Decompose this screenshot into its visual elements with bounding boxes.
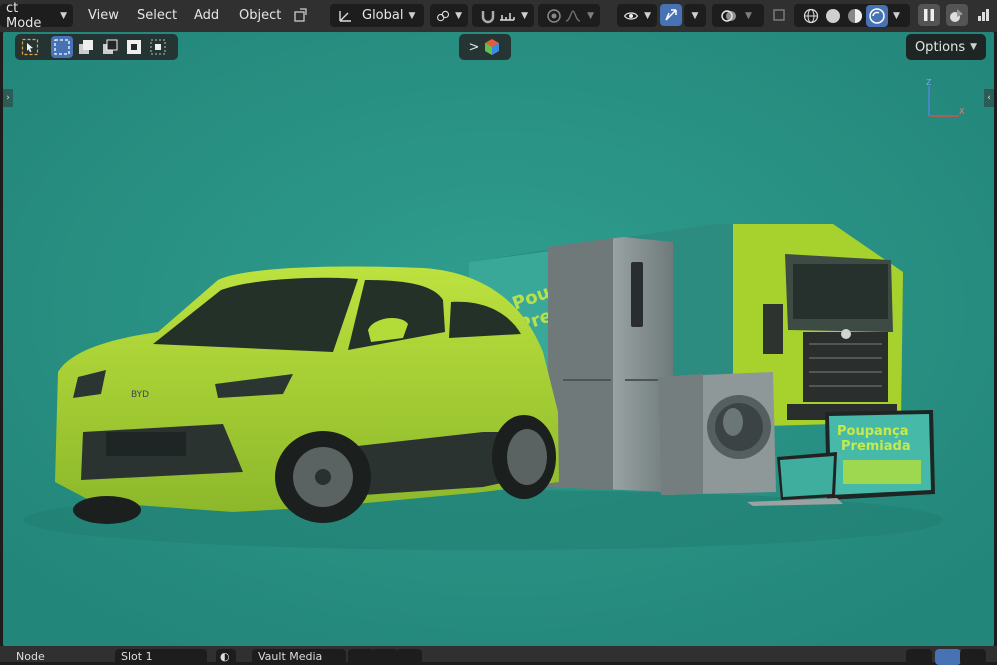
chevron-down-icon: ▼ (970, 42, 978, 52)
rendered-shading-icon[interactable] (866, 4, 888, 27)
snap-magnet-icon[interactable] (478, 5, 497, 27)
snap-increment-icon[interactable] (497, 5, 516, 27)
solid-shading-icon[interactable] (822, 5, 844, 27)
proportional-edit-icon[interactable] (544, 5, 563, 27)
axis-x-label: X (959, 107, 965, 116)
chevron-right-icon: > (468, 39, 480, 55)
refrigerator (548, 237, 673, 492)
select-subtract-icon[interactable] (99, 36, 121, 58)
menu-view[interactable]: View (80, 4, 127, 27)
select-new-icon[interactable] (51, 36, 73, 58)
menu-add[interactable]: Add (186, 4, 227, 27)
options-dropdown[interactable]: Options ▼ (906, 34, 986, 60)
chevron-down-icon: ▼ (60, 10, 67, 21)
chevron-down-icon: ▼ (587, 10, 594, 21)
promo-billboard: Poupança Premiada (825, 410, 935, 500)
chevron-down-icon: ▼ (521, 10, 528, 21)
view-toggle-icon[interactable] (935, 649, 961, 665)
rear-wheel (492, 415, 556, 499)
node-label: Node (16, 650, 45, 663)
chevron-down-icon: ▼ (691, 10, 699, 21)
billboard-title-line1: Poupança (837, 424, 909, 439)
xray-toggle-icon[interactable] (768, 4, 790, 26)
material-preview-icon[interactable]: ◐ (216, 649, 236, 665)
select-extend-icon[interactable] (75, 36, 97, 58)
scene-shapes-icon[interactable] (946, 4, 968, 26)
pin-icon[interactable] (428, 649, 454, 665)
proportional-edit-group: ▼ (538, 4, 600, 27)
front-wheel (275, 431, 371, 523)
transform-pivot-dropdown[interactable]: ▼ (430, 4, 468, 27)
duplicate-icon[interactable] (372, 649, 398, 665)
transform-orientation-dropdown[interactable]: Global ▼ (330, 4, 424, 27)
material-name-field[interactable]: Vault Media (252, 649, 346, 665)
visibility-dropdown[interactable]: ▼ (617, 4, 657, 27)
gizmo-toggle-icon[interactable] (660, 4, 682, 26)
wireframe-shading-icon[interactable] (800, 5, 822, 27)
select-difference-icon[interactable] (123, 36, 145, 58)
gizmo-dropdown[interactable]: ▼ (684, 4, 706, 27)
select-mode-toolbar (15, 34, 178, 60)
rendered-scene: Poupa Prem Poupança Premiada BYD (3, 32, 994, 646)
unlink-x-icon[interactable] (396, 649, 422, 665)
navigation-gizmo[interactable]: Z X (921, 78, 967, 124)
select-intersect-icon[interactable] (147, 36, 169, 58)
material-shading-icon[interactable] (844, 5, 866, 27)
slot-dropdown[interactable]: Slot 1 (115, 649, 207, 665)
chevron-down-icon: ▼ (408, 10, 416, 21)
fake-user-shield-icon[interactable] (348, 649, 374, 665)
toolbar-expand-icon[interactable]: › (3, 89, 13, 107)
overlays-icon[interactable] (718, 5, 740, 27)
bottom-header: Node Slot 1 ◐ Vault Media (0, 646, 997, 665)
chevron-down-icon: ▼ (455, 10, 462, 21)
mode-selector[interactable]: ct Mode ▼ (0, 1, 73, 31)
pivot-link-icon (437, 10, 450, 21)
chevron-down-icon: ▼ (644, 10, 651, 21)
sidebar-expand-icon[interactable]: ‹ (984, 89, 994, 107)
pause-render-icon[interactable] (918, 4, 940, 26)
editor-type-selector[interactable]: > (459, 34, 511, 60)
3d-viewport[interactable]: Poupa Prem Poupança Premiada BYD > Optio… (3, 32, 994, 646)
orientation-label: Global (362, 8, 404, 23)
view-toggle-icon[interactable] (960, 649, 986, 665)
orientation-icon (339, 10, 351, 22)
front-left-wheel (73, 496, 141, 524)
stats-chart-icon[interactable] (973, 4, 995, 26)
chevron-down-icon: ▼ (745, 10, 752, 21)
options-label: Options (914, 39, 966, 55)
overlays-group: ▼ (712, 4, 764, 27)
cube-icon (485, 39, 500, 55)
car-badge: BYD (131, 390, 149, 400)
axis-z-label: Z (926, 78, 932, 87)
auto-keying-icon[interactable] (289, 4, 311, 26)
snap-group: ▼ (472, 4, 534, 27)
chevron-down-icon: ▼ (893, 10, 900, 21)
menu-select[interactable]: Select (129, 4, 185, 27)
falloff-curve-icon[interactable] (563, 5, 582, 27)
eye-icon (623, 11, 639, 20)
overlay-toggle-icon[interactable] (906, 649, 932, 665)
viewport-header: ct Mode ▼ View Select Add Object Global … (0, 0, 997, 32)
mode-label: ct Mode (6, 0, 42, 31)
washing-machine (658, 372, 776, 495)
billboard-title-line2: Premiada (841, 439, 911, 454)
cursor-select-icon[interactable] (19, 36, 41, 58)
shading-group: ▼ (794, 4, 910, 27)
menu-object[interactable]: Object (231, 4, 289, 27)
